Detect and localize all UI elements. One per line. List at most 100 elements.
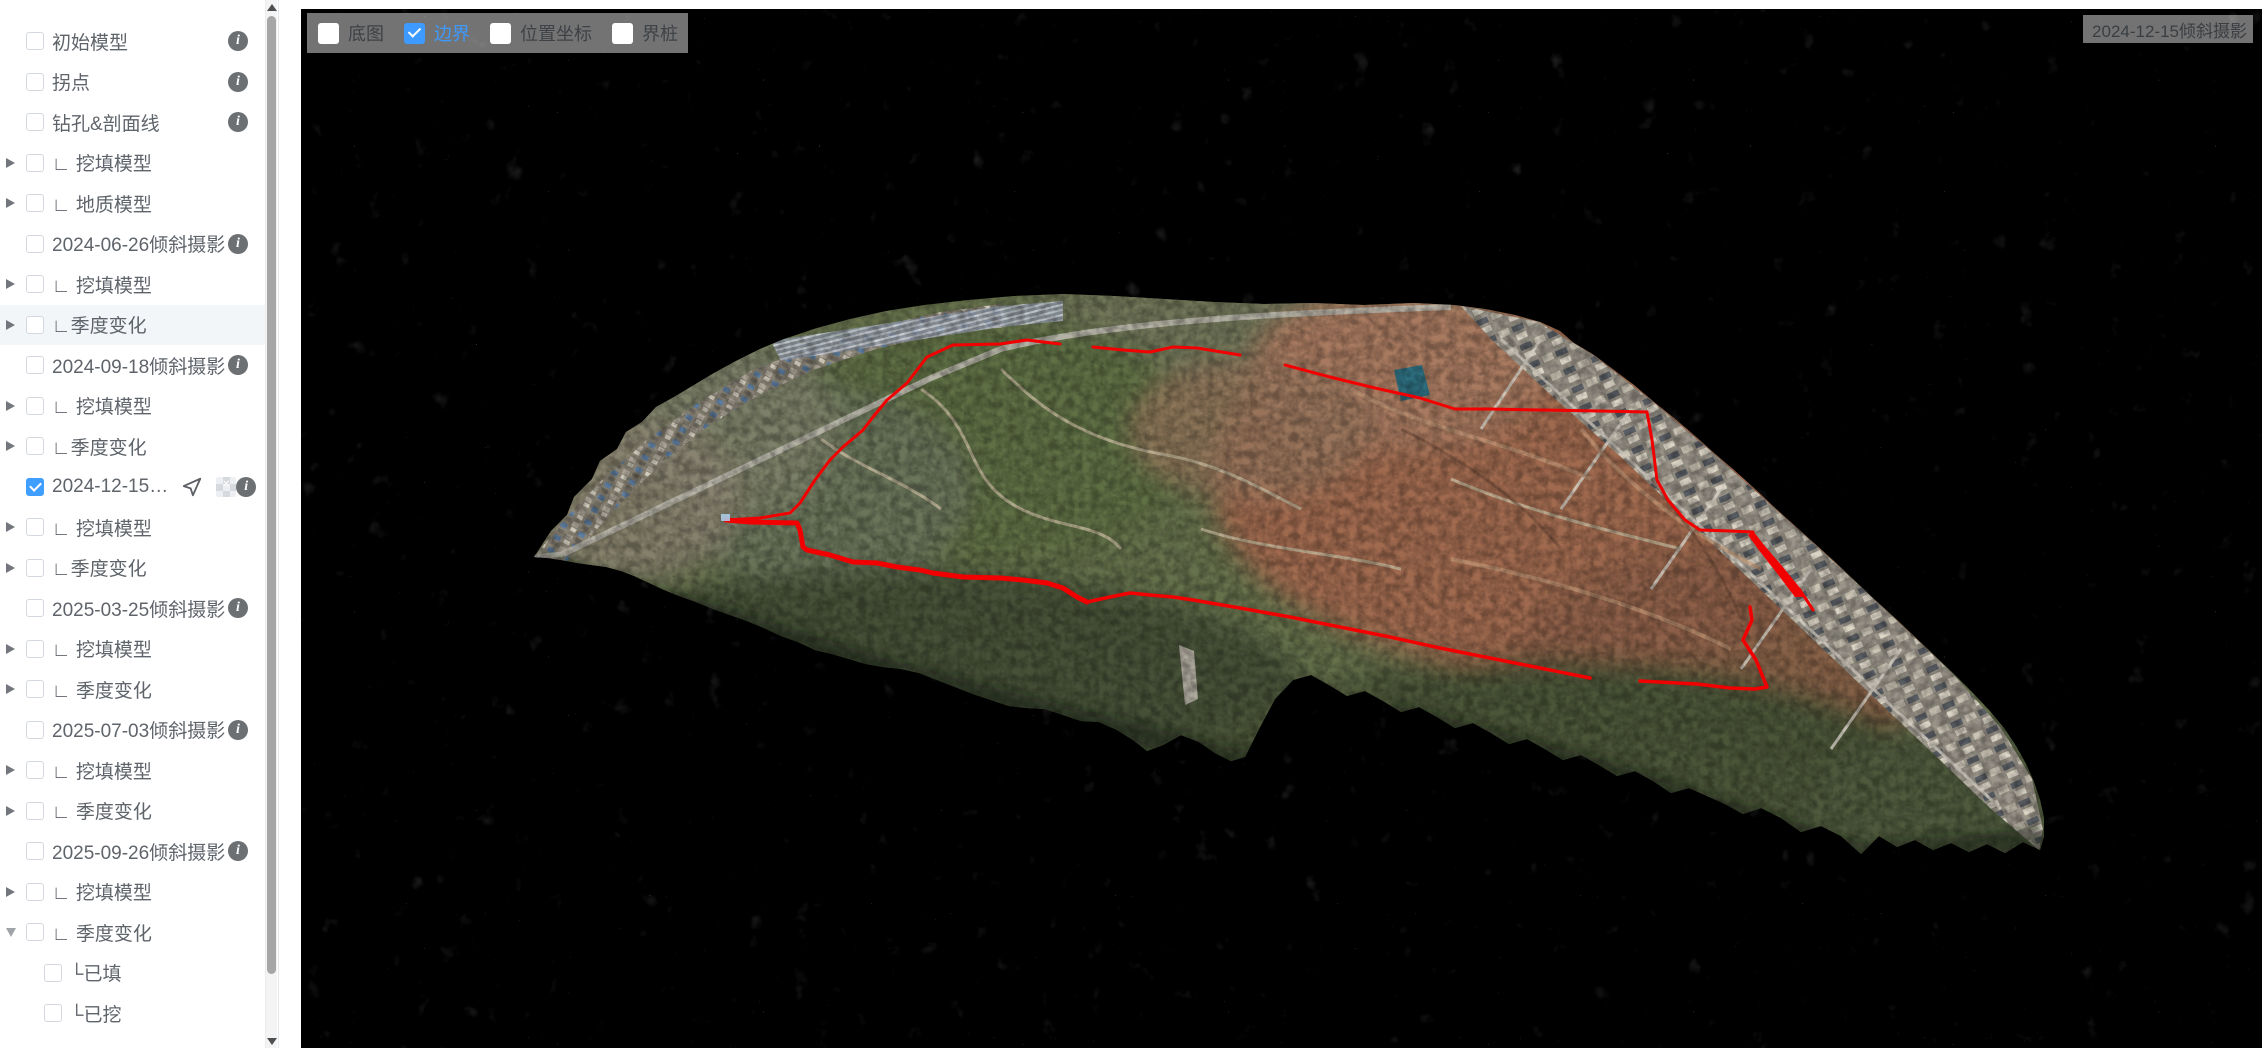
- layer-checkbox[interactable]: [26, 639, 44, 658]
- info-icon[interactable]: i: [228, 719, 248, 740]
- layer-checkbox[interactable]: [26, 113, 44, 132]
- info-icon[interactable]: i: [228, 71, 248, 92]
- layer-label[interactable]: ∟ 季度变化: [52, 919, 152, 946]
- layer-tree-row[interactable]: 2025-03-25倾斜摄影 i: [0, 588, 266, 629]
- layer-tree-row[interactable]: ∟ 挖填模型: [0, 507, 266, 548]
- scroll-up-icon[interactable]: [266, 0, 277, 14]
- layer-label[interactable]: 2025-09-26倾斜摄影: [52, 838, 225, 865]
- layer-checkbox[interactable]: [26, 194, 44, 213]
- expand-arrow-icon[interactable]: [6, 765, 15, 776]
- expand-arrow-slot[interactable]: [6, 279, 26, 290]
- layer-label[interactable]: 拐点: [52, 68, 90, 95]
- layer-checkbox[interactable]: [26, 153, 44, 172]
- expand-arrow-icon[interactable]: [6, 279, 15, 290]
- layer-checkbox[interactable]: [44, 963, 62, 982]
- info-icon[interactable]: i: [228, 841, 248, 862]
- layer-label[interactable]: ∟ 季度变化: [52, 797, 152, 824]
- expand-arrow-slot[interactable]: [6, 765, 26, 776]
- layer-tree-row[interactable]: 2025-07-03倾斜摄影 i: [0, 710, 266, 751]
- layer-label[interactable]: ∟ 挖填模型: [52, 514, 152, 541]
- expand-arrow-slot[interactable]: [6, 643, 26, 654]
- terrain-3d-viewport[interactable]: 底图 边界 位置坐标 界桩 2024-12-15倾斜摄影: [301, 9, 2262, 1048]
- collapse-arrow-icon[interactable]: [6, 927, 16, 937]
- expand-arrow-slot[interactable]: [6, 441, 26, 452]
- layer-checkbox[interactable]: [26, 558, 44, 577]
- layer-label[interactable]: 2025-07-03倾斜摄影: [52, 716, 225, 743]
- expand-arrow-icon[interactable]: [6, 886, 15, 897]
- expand-arrow-icon[interactable]: [6, 643, 15, 654]
- layer-checkbox[interactable]: [26, 518, 44, 537]
- layer-checkbox[interactable]: [26, 356, 44, 375]
- expand-arrow-icon[interactable]: [6, 684, 15, 695]
- layer-checkbox[interactable]: [26, 72, 44, 91]
- layer-tree-row[interactable]: 2025-09-26倾斜摄影 i: [0, 831, 266, 872]
- layer-tree-row[interactable]: 初始模型 i: [0, 21, 266, 62]
- scroll-down-icon[interactable]: [266, 1034, 277, 1048]
- info-icon[interactable]: i: [228, 31, 248, 52]
- layer-checkbox[interactable]: [26, 477, 44, 496]
- layer-label[interactable]: └已挖: [70, 1000, 121, 1027]
- toolbar-checkbox-label[interactable]: 边界: [434, 20, 470, 46]
- expand-arrow-slot[interactable]: [6, 400, 26, 411]
- layer-tree-row[interactable]: └已挖: [0, 993, 266, 1034]
- expand-arrow-icon[interactable]: [6, 157, 15, 168]
- toolbar-checkbox-label[interactable]: 位置坐标: [520, 20, 592, 46]
- info-icon[interactable]: i: [228, 233, 248, 254]
- layer-label[interactable]: ∟季度变化: [52, 554, 147, 581]
- layer-checkbox[interactable]: [26, 396, 44, 415]
- layer-label[interactable]: 2024-06-26倾斜摄影: [52, 230, 225, 257]
- sidebar-scrollbar[interactable]: [265, 0, 277, 1048]
- toolbar-checkbox[interactable]: [404, 22, 425, 44]
- expand-arrow-slot[interactable]: [6, 522, 26, 533]
- layer-checkbox[interactable]: [26, 801, 44, 820]
- toolbar-checkbox-label[interactable]: 界桩: [642, 20, 678, 46]
- layer-tree-row[interactable]: └已填: [0, 953, 266, 994]
- layer-label[interactable]: 2025-03-25倾斜摄影: [52, 595, 225, 622]
- layer-tree-row[interactable]: ∟ 季度变化: [0, 912, 266, 953]
- expand-arrow-slot[interactable]: [6, 562, 26, 573]
- layer-checkbox[interactable]: [26, 680, 44, 699]
- info-icon[interactable]: i: [228, 355, 248, 376]
- layer-label[interactable]: ∟ 挖填模型: [52, 392, 152, 419]
- layer-checkbox[interactable]: [26, 275, 44, 294]
- expand-arrow-icon[interactable]: [6, 400, 15, 411]
- layer-tree-row[interactable]: ∟ 挖填模型: [0, 264, 266, 305]
- layer-checkbox[interactable]: [26, 882, 44, 901]
- layer-checkbox[interactable]: [26, 720, 44, 739]
- layer-checkbox[interactable]: [26, 923, 44, 942]
- layer-tree-row[interactable]: 2024-12-15… i: [0, 467, 266, 508]
- layer-label[interactable]: ∟ 地质模型: [52, 190, 152, 217]
- toolbar-checkbox[interactable]: [318, 22, 339, 44]
- layer-checkbox[interactable]: [26, 437, 44, 456]
- layer-tree-row[interactable]: 拐点 i: [0, 62, 266, 103]
- expand-arrow-icon[interactable]: [6, 805, 15, 816]
- expand-arrow-icon[interactable]: [6, 198, 15, 209]
- layer-checkbox[interactable]: [26, 234, 44, 253]
- expand-arrow-icon[interactable]: [6, 522, 15, 533]
- layer-checkbox[interactable]: [26, 599, 44, 618]
- expand-arrow-icon[interactable]: [6, 319, 15, 330]
- expand-arrow-slot[interactable]: [6, 886, 26, 897]
- layer-tree-row[interactable]: 钻孔&剖面线 i: [0, 102, 266, 143]
- expand-arrow-slot[interactable]: [6, 805, 26, 816]
- layer-tree-row[interactable]: ∟ 挖填模型: [0, 750, 266, 791]
- layer-label[interactable]: 2024-12-15…: [52, 476, 168, 498]
- expand-arrow-slot[interactable]: [6, 319, 26, 330]
- expand-arrow-slot[interactable]: [6, 927, 26, 937]
- layer-label[interactable]: ∟ 挖填模型: [52, 878, 152, 905]
- layer-tree-row[interactable]: ∟季度变化: [0, 426, 266, 467]
- layer-label[interactable]: └已填: [70, 959, 121, 986]
- layer-tree-row[interactable]: ∟ 季度变化: [0, 791, 266, 832]
- layer-tree-row[interactable]: ∟ 季度变化: [0, 669, 266, 710]
- texture-grid-icon[interactable]: [216, 476, 237, 497]
- info-icon[interactable]: i: [228, 112, 248, 133]
- layer-label[interactable]: ∟季度变化: [52, 311, 147, 338]
- toolbar-checkbox-label[interactable]: 底图: [348, 20, 384, 46]
- layer-checkbox[interactable]: [26, 32, 44, 51]
- info-icon[interactable]: i: [228, 598, 248, 619]
- layer-label[interactable]: 2024-09-18倾斜摄影: [52, 352, 225, 379]
- layer-label[interactable]: ∟ 挖填模型: [52, 635, 152, 662]
- info-icon[interactable]: i: [236, 476, 257, 497]
- layer-label[interactable]: ∟季度变化: [52, 433, 147, 460]
- layer-tree-row[interactable]: ∟季度变化: [0, 548, 266, 589]
